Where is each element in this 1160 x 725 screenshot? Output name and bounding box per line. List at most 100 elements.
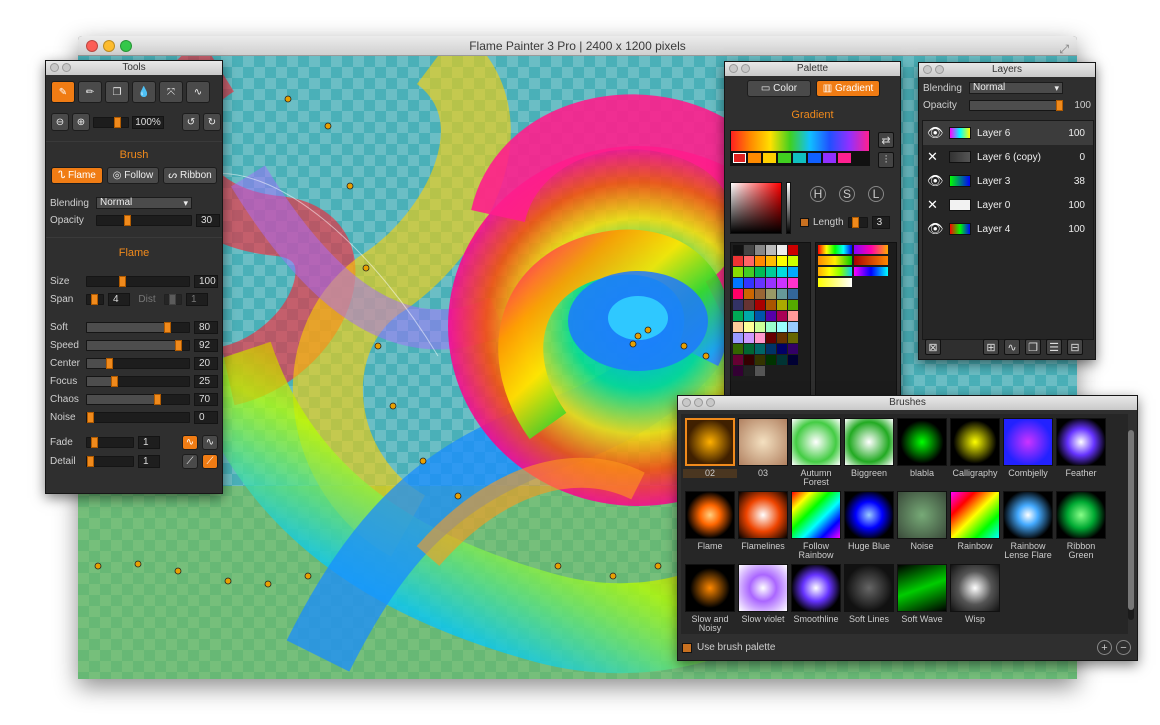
tab-gradient[interactable]: ▥ Gradient — [816, 80, 880, 97]
brush-thumbnail[interactable] — [1056, 418, 1106, 466]
color-swatch[interactable] — [744, 300, 754, 310]
color-swatch[interactable] — [733, 322, 743, 332]
length-value[interactable]: 3 — [871, 216, 890, 229]
color-swatch[interactable] — [744, 245, 754, 255]
color-swatch[interactable] — [766, 256, 776, 266]
panel-zoom-button[interactable] — [706, 398, 715, 407]
color-swatch[interactable] — [777, 245, 787, 255]
reverse-gradient-icon[interactable]: ⇄ — [878, 132, 894, 148]
color-swatch[interactable] — [733, 344, 743, 354]
brush-thumbnail[interactable] — [950, 418, 1000, 466]
color-swatch[interactable] — [766, 300, 776, 310]
line-mode-alt-icon[interactable]: ⟋ — [202, 454, 218, 469]
color-swatch[interactable] — [777, 278, 787, 288]
color-swatch[interactable] — [744, 333, 754, 343]
gradient-swatch-list[interactable] — [815, 242, 897, 402]
param-value[interactable]: 20 — [194, 357, 218, 370]
color-swatch[interactable] — [788, 322, 798, 332]
size-value[interactable]: 100 — [194, 275, 218, 288]
tab-color[interactable]: ▭ Color — [747, 80, 811, 97]
color-swatch[interactable] — [788, 333, 798, 343]
color-swatch[interactable] — [755, 267, 765, 277]
eye-icon[interactable]: 👁 — [927, 221, 944, 237]
param-value[interactable]: 0 — [194, 411, 218, 424]
color-swatch[interactable] — [788, 344, 798, 354]
brush-type-follow[interactable]: ◎ Follow — [107, 167, 159, 184]
brush-thumbnail[interactable] — [897, 564, 947, 612]
brush-thumbnail[interactable] — [685, 491, 735, 539]
span-value[interactable]: 4 — [108, 293, 130, 306]
brush-thumbnail[interactable] — [897, 418, 947, 466]
minimize-window-button[interactable] — [103, 40, 115, 52]
color-swatch[interactable] — [777, 256, 787, 266]
color-swatch[interactable] — [777, 322, 787, 332]
close-window-button[interactable] — [86, 40, 98, 52]
layer-row[interactable]: 👁 Layer 3 38 — [923, 169, 1093, 193]
layer-row[interactable]: 👁 Layer 6 100 — [923, 121, 1093, 145]
color-swatch[interactable] — [733, 245, 743, 255]
fade-value[interactable]: 1 — [138, 436, 160, 449]
blending-dropdown[interactable]: Normal — [96, 197, 192, 209]
color-swatch[interactable] — [744, 256, 754, 266]
color-swatch[interactable] — [755, 355, 765, 365]
merge-layer-icon[interactable]: ☰ — [1046, 339, 1062, 355]
length-slider[interactable] — [847, 217, 868, 228]
brush-thumbnail[interactable] — [791, 491, 841, 539]
color-swatch[interactable] — [733, 355, 743, 365]
brush-thumbnail[interactable] — [685, 564, 735, 612]
rotate-right-icon[interactable]: ↻ — [203, 113, 221, 131]
param-value[interactable]: 80 — [194, 321, 218, 334]
layer-row[interactable]: ✕ Layer 6 (copy) 0 — [923, 145, 1093, 169]
color-swatch[interactable] — [788, 355, 798, 365]
panel-close-button[interactable] — [682, 398, 691, 407]
dist-slider[interactable] — [164, 294, 182, 305]
eye-hidden-icon[interactable]: ✕ — [927, 149, 943, 165]
eye-icon[interactable]: 👁 — [927, 173, 944, 189]
color-swatch[interactable] — [733, 311, 743, 321]
color-swatch[interactable] — [777, 300, 787, 310]
color-swatch[interactable] — [744, 322, 754, 332]
color-swatch[interactable] — [733, 300, 743, 310]
color-swatch[interactable] — [744, 311, 754, 321]
panel-close-button[interactable] — [923, 65, 932, 74]
color-swatch[interactable] — [766, 278, 776, 288]
layer-row[interactable]: ✕ Layer 0 100 — [923, 193, 1093, 217]
color-swatch[interactable] — [766, 322, 776, 332]
rotate-left-icon[interactable]: ↺ — [182, 113, 200, 131]
color-swatch[interactable] — [777, 311, 787, 321]
drop-tool-icon[interactable]: 💧 — [132, 81, 156, 103]
brush-thumbnail[interactable] — [844, 564, 894, 612]
brush-thumbnail[interactable] — [738, 418, 788, 466]
brush-thumbnail[interactable] — [738, 491, 788, 539]
param-slider[interactable] — [86, 322, 190, 333]
panel-minimize-button[interactable] — [741, 64, 750, 73]
brightness-strip[interactable] — [786, 182, 791, 234]
color-swatch[interactable] — [777, 344, 787, 354]
brush-thumbnail[interactable] — [791, 418, 841, 466]
color-swatch[interactable] — [733, 366, 743, 376]
fade-mode-a-icon[interactable]: ∿ — [182, 435, 198, 450]
color-swatch[interactable] — [766, 344, 776, 354]
color-swatch[interactable] — [744, 289, 754, 299]
lightness-knob[interactable]: L — [868, 186, 884, 202]
remove-layer-icon[interactable]: ⊟ — [1067, 339, 1083, 355]
dist-value[interactable]: 1 — [186, 293, 208, 306]
duplicate-layer-icon[interactable]: ❐ — [1025, 339, 1041, 355]
brush-thumbnail[interactable] — [685, 418, 735, 466]
layer-row[interactable]: 👁 Layer 4 100 — [923, 217, 1093, 241]
color-swatch[interactable] — [755, 256, 765, 266]
color-swatch[interactable] — [777, 267, 787, 277]
param-slider[interactable] — [86, 412, 190, 423]
color-swatch[interactable] — [744, 344, 754, 354]
layer-effect-icon[interactable]: ∿ — [1004, 339, 1020, 355]
brush-thumbnail[interactable] — [1056, 491, 1106, 539]
layers-tool-icon[interactable]: ❐ — [105, 81, 129, 103]
param-slider[interactable] — [86, 394, 190, 405]
eye-hidden-icon[interactable]: ✕ — [927, 197, 943, 213]
color-swatch[interactable] — [744, 267, 754, 277]
detail-slider[interactable] — [86, 456, 134, 467]
color-swatch[interactable] — [788, 311, 798, 321]
color-swatch[interactable] — [733, 278, 743, 288]
zoom-out-icon[interactable]: ⊖ — [51, 113, 69, 131]
gradient-editor[interactable] — [730, 130, 870, 166]
